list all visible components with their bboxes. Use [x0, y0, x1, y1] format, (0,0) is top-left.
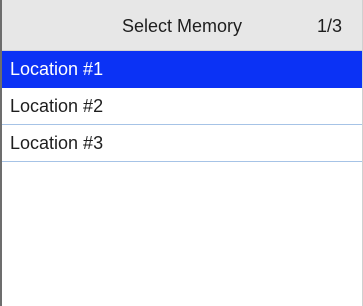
- list-item-label: Location #2: [10, 96, 104, 116]
- list-item-location-1[interactable]: Location #1: [2, 51, 362, 88]
- page-indicator: 1/3: [316, 16, 342, 36]
- list-item-label: Location #1: [10, 59, 104, 79]
- page-title: Select Memory: [121, 16, 243, 36]
- list-item-location-2[interactable]: Location #2: [2, 88, 362, 125]
- header-bar: Select Memory 1/3: [2, 0, 362, 51]
- list-item-location-3[interactable]: Location #3: [2, 125, 362, 162]
- list-item-label: Location #3: [10, 133, 104, 153]
- memory-location-list: Location #1 Location #2 Location #3: [2, 51, 362, 162]
- memory-select-screen: Select Memory 1/3 Location #1 Location #…: [0, 0, 363, 306]
- empty-list-area: [2, 162, 362, 306]
